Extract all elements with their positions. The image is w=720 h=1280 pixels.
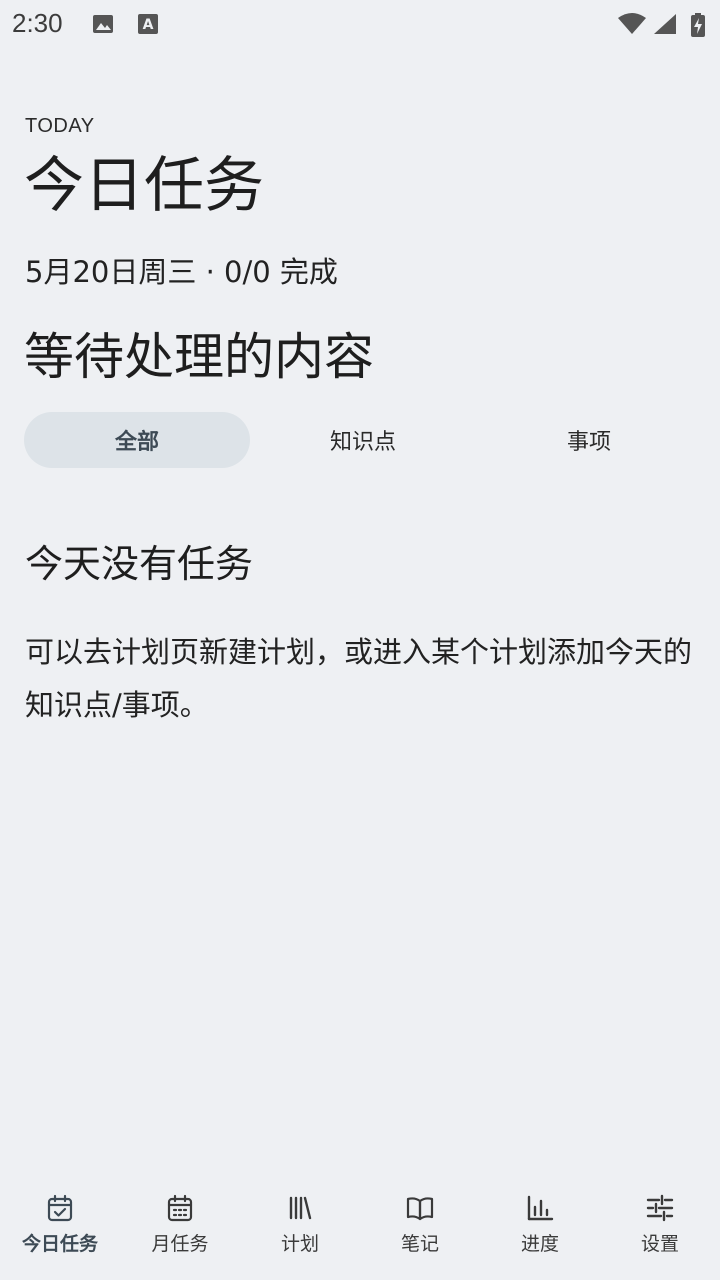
signal-icon (653, 13, 677, 35)
calendar-month-icon (165, 1193, 195, 1223)
battery-charging-icon (690, 13, 706, 37)
nav-label: 设置 (640, 1233, 679, 1255)
nav-label: 笔记 (400, 1233, 439, 1255)
status-time: 2:30 (12, 8, 63, 38)
bar-chart-icon (525, 1193, 555, 1223)
nav-item-plans[interactable]: 计划 (240, 1180, 360, 1280)
today-tasks-screen: 2:30 A TODAY 今日任务 5月20日周三 · 0/0 完成 等待处理的… (0, 0, 720, 1280)
status-bar: 2:30 A (0, 0, 720, 48)
bottom-navigation: 今日任务 月任务 计划 笔记 进度 设置 (0, 1180, 720, 1280)
book-open-icon (405, 1193, 435, 1223)
nav-item-progress[interactable]: 进度 (480, 1180, 600, 1280)
library-icon (285, 1193, 315, 1223)
nav-item-notes[interactable]: 笔记 (360, 1180, 480, 1280)
image-icon (92, 13, 114, 35)
tab-all[interactable]: 全部 (24, 412, 250, 468)
date-summary: 5月20日周三 · 0/0 完成 (25, 255, 338, 289)
svg-text:A: A (143, 17, 154, 33)
nav-label: 月任务 (151, 1233, 209, 1255)
empty-state-description: 可以去计划页新建计划，或进入某个计划添加今天的知识点/事项。 (25, 635, 693, 722)
nav-label: 进度 (520, 1233, 559, 1255)
tab-knowledge-points[interactable]: 知识点 (250, 412, 476, 468)
section-title: 等待处理的内容 (24, 328, 374, 386)
empty-state-title: 今天没有任务 (25, 542, 254, 586)
nav-label: 计划 (280, 1233, 319, 1255)
tab-items[interactable]: 事项 (476, 412, 702, 468)
nav-item-settings[interactable]: 设置 (600, 1180, 720, 1280)
filter-tabs: 全部 知识点 事项 (24, 412, 702, 468)
text-a-icon: A (137, 13, 159, 35)
tune-icon (645, 1193, 675, 1223)
nav-label: 今日任务 (21, 1233, 98, 1255)
nav-item-today-tasks[interactable]: 今日任务 (0, 1180, 120, 1280)
nav-item-month-tasks[interactable]: 月任务 (120, 1180, 240, 1280)
calendar-check-icon (45, 1193, 75, 1223)
wifi-icon (617, 13, 647, 35)
page-title: 今日任务 (24, 151, 264, 221)
today-overline: TODAY (25, 115, 95, 137)
